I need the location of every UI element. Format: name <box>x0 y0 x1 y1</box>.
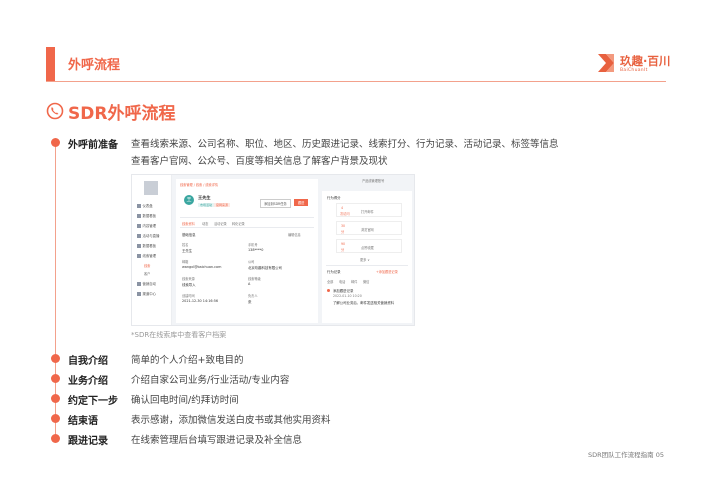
crm-filter[interactable]: 微信 <box>363 279 369 284</box>
step-text-next: 确认回电时间/约拜访时间 <box>131 395 239 406</box>
step-label-closing: 结束语 <box>68 416 98 427</box>
crm-score-text: 打开邮件 <box>361 210 374 214</box>
crm-right-panel: 行为得分 4 次访问 打开邮件 30 分 浏览官网 90 分 点赞收藏 更多 ∨… <box>322 191 412 323</box>
crm-nav-subitem: 线索 <box>144 264 151 268</box>
step-label-business: 业务介绍 <box>68 376 108 387</box>
crm-follow-title: 行为记录 <box>327 270 341 274</box>
logo-mark-icon <box>598 54 614 72</box>
crm-field-key: 邮箱 <box>182 260 189 264</box>
crm-field-key: 公司 <box>248 260 255 264</box>
crm-field-value: A <box>248 282 251 286</box>
crm-nav-item: 线索管理 <box>137 253 156 258</box>
timeline-dot <box>51 354 60 363</box>
crm-score-text: 点赞收藏 <box>361 246 374 250</box>
step-label-prep: 外呼前准备 <box>68 140 118 151</box>
crm-filter[interactable]: 全部 <box>327 279 333 284</box>
crm-record-text: 了解公司业务后，邮件发送相关营销资料 <box>333 301 395 305</box>
crm-score-unit: 次访问 <box>340 212 350 216</box>
crm-score-value: 30 <box>341 224 346 228</box>
crm-field-value: 2021-12-30 14:16:56 <box>182 299 219 303</box>
crm-record-dot <box>327 289 330 292</box>
logo-text-en: BaiChuanIt <box>620 68 648 73</box>
crm-sidebar: 仪表盘 数据看板 内容管理 活动与直播 数据看板 线索管理 线索 客户 营销自动… <box>132 175 172 325</box>
brand-logo: 玖趣·百川 BaiChuanIt <box>596 52 670 78</box>
crm-nav-item: 数据看板 <box>137 213 156 218</box>
crm-tab[interactable]: 转化记录 <box>232 221 245 226</box>
crm-field-key: 姓名 <box>182 243 189 247</box>
crm-score-unit: 分 <box>341 248 345 252</box>
page-footer: SDR团队工作流程指南 05 <box>588 451 664 459</box>
crm-edit-link[interactable]: 编辑信息 <box>288 232 301 237</box>
timeline-dot <box>51 434 60 443</box>
crm-tab[interactable]: 活动记录 <box>214 221 227 226</box>
section-title: SDR外呼流程 <box>68 104 176 124</box>
crm-filter[interactable]: 邮件 <box>351 279 357 284</box>
phone-icon <box>46 102 64 120</box>
crm-lead-detail: 线索管理 / 线索 / 线索详情 王 王先生 市场活动 官网来源 添加到SDR任… <box>176 179 318 323</box>
crm-subheading: 基础信息 <box>182 233 196 237</box>
crm-field-value: 线索导入 <box>182 283 196 287</box>
crm-tag: 市场活动 <box>198 203 215 207</box>
page-header-title: 外呼流程 <box>68 58 121 73</box>
crm-score-card: 30 分 浏览官网 <box>336 221 402 235</box>
crm-record-title: 添加跟进记录 <box>333 289 354 293</box>
crm-field-value: 138****0 <box>248 248 264 252</box>
crm-nav-item: 渠道中心 <box>137 291 156 296</box>
crm-score-unit: 分 <box>341 230 345 234</box>
crm-tab[interactable]: 动态 <box>202 221 208 226</box>
crm-record-time: 2022-01-10 10:20 <box>333 294 362 298</box>
crm-field-value: 北京玖趣科技有限公司 <box>248 266 282 270</box>
crm-nav-item: 营销自动 <box>137 281 156 286</box>
crm-follow-button[interactable]: 跟进 <box>294 199 309 206</box>
crm-account: 产品线管理账号 <box>362 179 385 183</box>
crm-field-value: wangxl@baichuan.com <box>182 265 222 269</box>
crm-more-link[interactable]: 更多 ∨ <box>360 257 370 262</box>
logo-text-cn: 玖趣·百川 <box>620 54 671 68</box>
crm-add-task-button[interactable]: 添加到SDR任务 <box>260 199 291 208</box>
crm-field-value: 张 <box>248 300 252 304</box>
crm-filter[interactable]: 电话 <box>339 279 345 284</box>
timeline-dot <box>51 138 60 147</box>
crm-nav-item: 内容管理 <box>137 223 156 228</box>
crm-nav-subitem: 客户 <box>144 272 151 276</box>
crm-lead-name: 王先生 <box>198 195 211 200</box>
crm-nav-item: 活动与直播 <box>137 233 159 238</box>
crm-breadcrumb: 线索管理 / 线索 / 线索详情 <box>180 183 219 187</box>
crm-score-value: 90 <box>341 242 346 246</box>
crm-field-key: 线索等级 <box>248 277 261 281</box>
crm-field-key: 负责人 <box>248 294 258 298</box>
crm-tab[interactable]: 线索资料 <box>182 221 195 226</box>
step-text-business: 介绍自家公司业务/行业活动/专业内容 <box>131 375 290 386</box>
step-text-prep-2: 查看客户官网、公众号、百度等相关信息了解客户背景及现状 <box>131 156 388 167</box>
timeline-dot <box>51 414 60 423</box>
timeline-dot <box>51 394 60 403</box>
crm-screenshot: 仪表盘 数据看板 内容管理 活动与直播 数据看板 线索管理 线索 客户 营销自动… <box>131 174 415 326</box>
step-label-next: 约定下一步 <box>68 396 118 407</box>
crm-add-follow-link[interactable]: +添加跟进记录 <box>376 269 398 274</box>
header-accent-bar <box>46 47 55 81</box>
crm-score-title: 行为得分 <box>327 196 341 200</box>
step-text-closing: 表示感谢，添加微信发送白皮书或其他实用资料 <box>131 415 331 426</box>
crm-nav-item: 仪表盘 <box>137 203 153 208</box>
crm-score-text: 浏览官网 <box>361 228 374 232</box>
step-label-intro: 自我介绍 <box>68 356 108 367</box>
step-text-followup: 在线索管理后台填写跟进记录及补全信息 <box>131 435 303 446</box>
crm-field-key: 手机号 <box>248 243 258 247</box>
step-text-intro: 简单的个人介绍+致电目的 <box>131 355 244 366</box>
crm-logo-icon <box>144 181 158 195</box>
step-label-followup: 跟进记录 <box>68 436 108 447</box>
crm-score-value: 4 <box>341 206 344 210</box>
crm-field-value: 王先生 <box>182 249 193 253</box>
crm-field-key: 线索来源 <box>182 277 195 281</box>
crm-nav-item: 数据看板 <box>137 243 156 248</box>
screenshot-caption: *SDR在线索库中查看客户档案 <box>131 331 227 339</box>
crm-score-card: 90 分 点赞收藏 <box>336 239 402 253</box>
step-text-prep-1: 查看线索来源、公司名称、职位、地区、历史跟进记录、线索打分、行为记录、活动记录、… <box>131 139 559 150</box>
crm-avatar: 王 <box>184 195 194 205</box>
crm-field-key: 创建时间 <box>182 294 195 298</box>
crm-score-card: 4 次访问 打开邮件 <box>336 203 402 217</box>
timeline-dot <box>51 374 60 383</box>
header-divider <box>46 81 666 82</box>
crm-tag: 官网来源 <box>214 203 231 207</box>
